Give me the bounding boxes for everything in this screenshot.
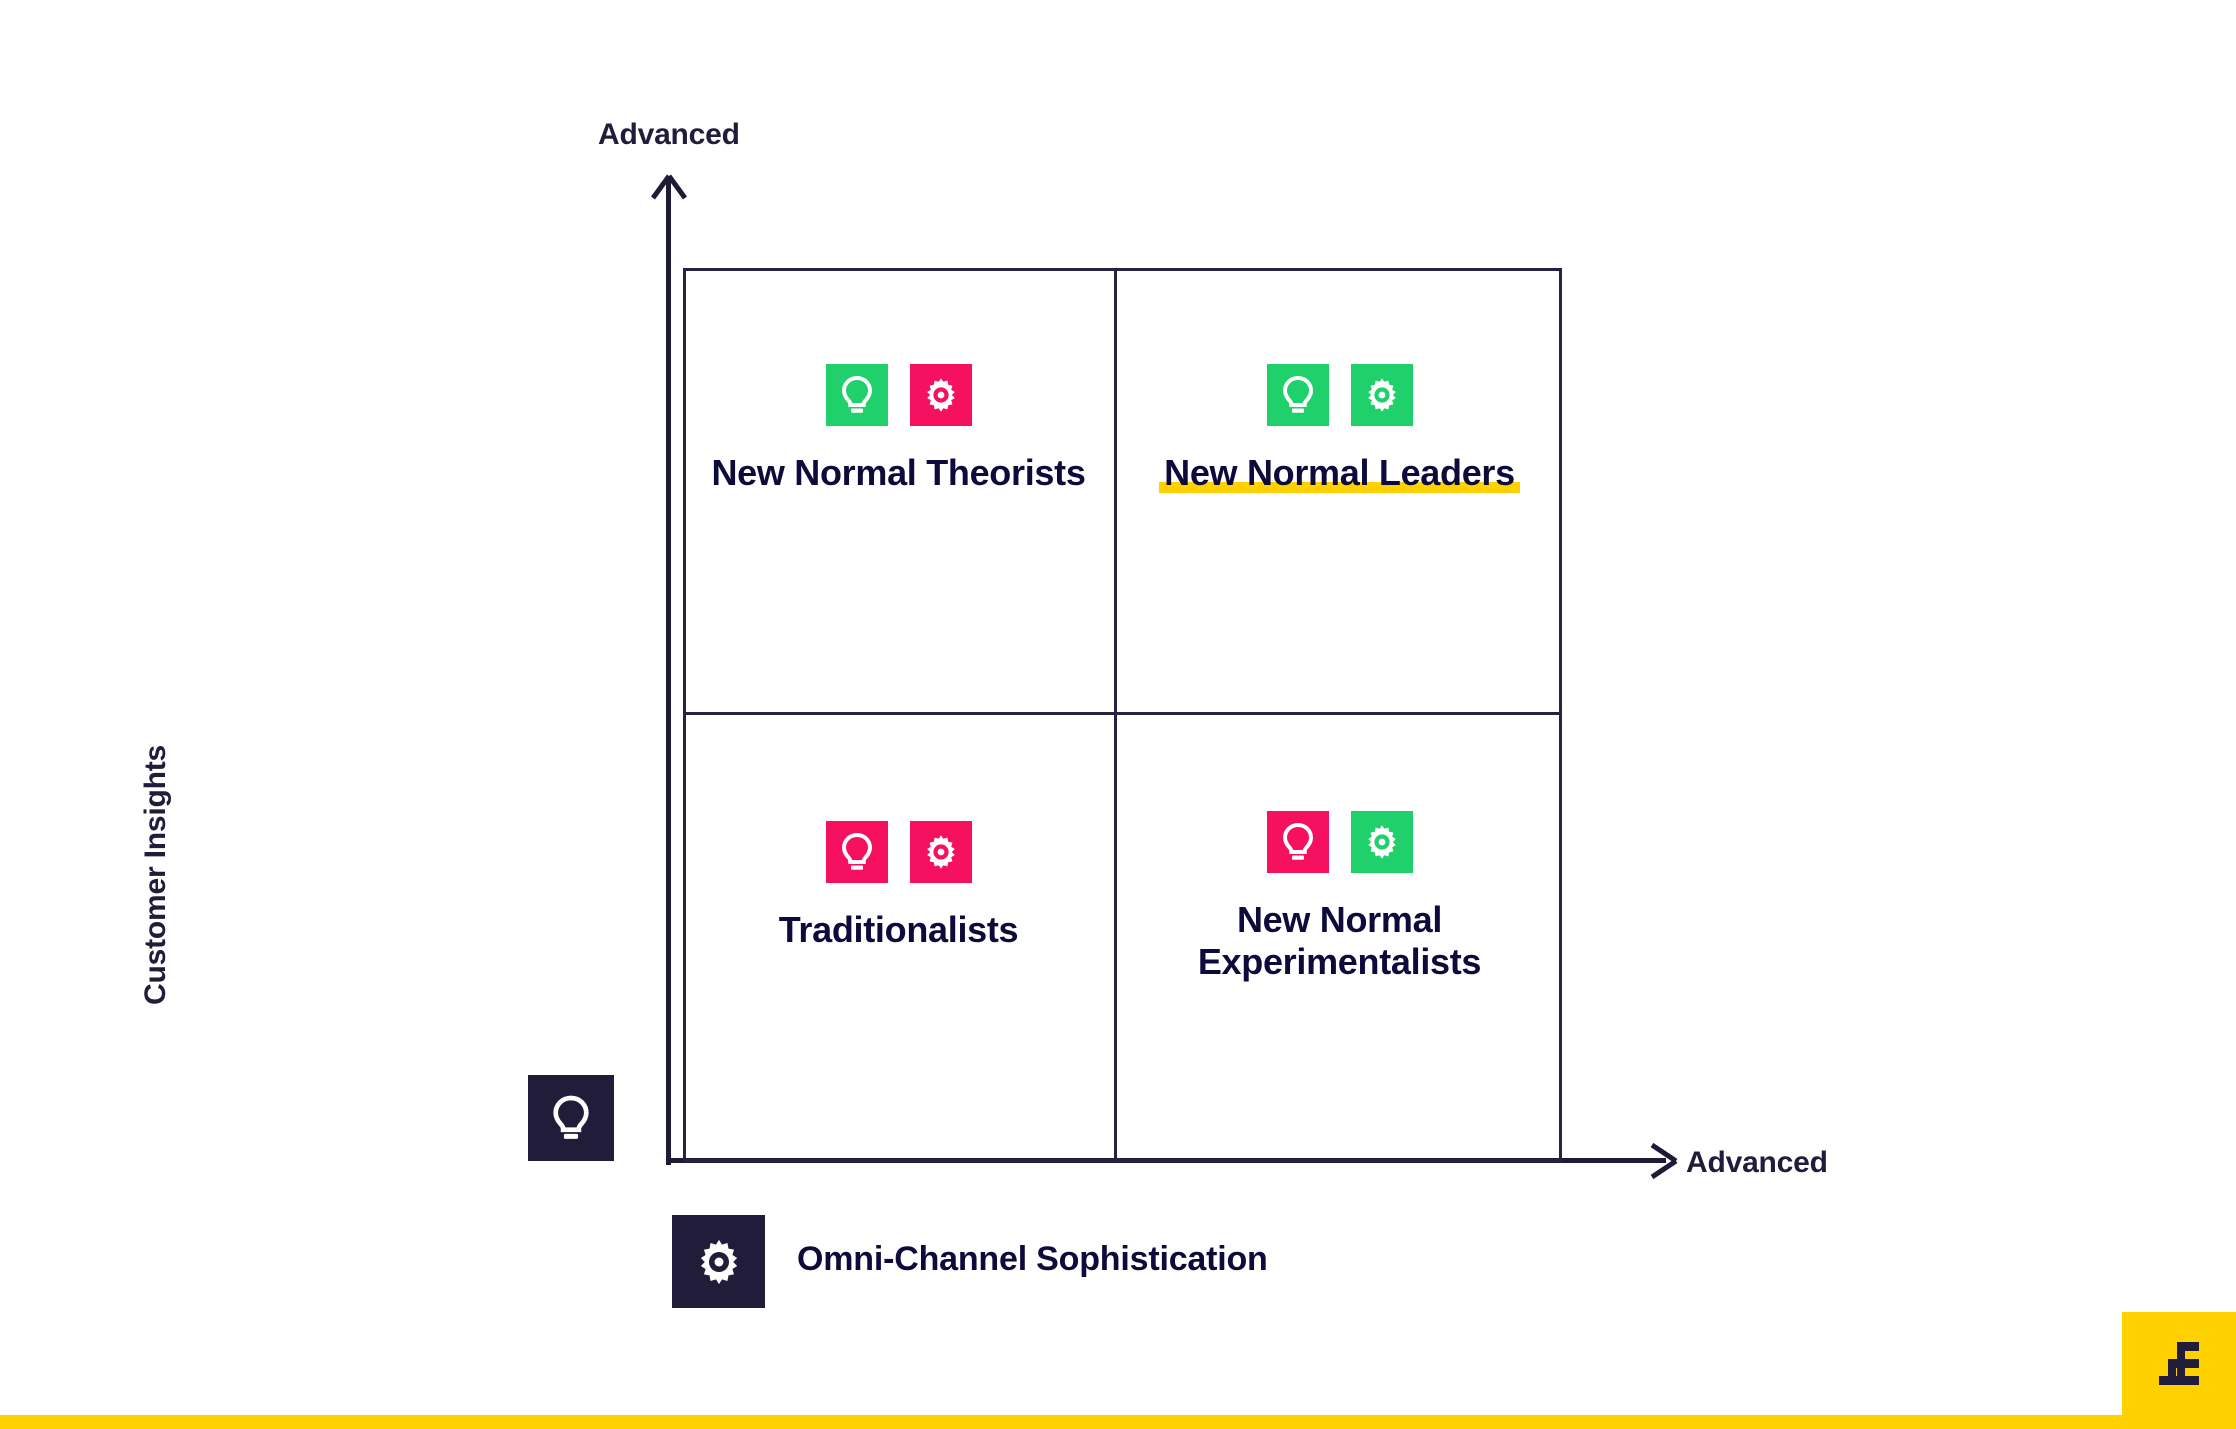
quadrant-label: Traditionalists	[779, 909, 1019, 951]
lightbulb-icon	[1266, 364, 1329, 426]
quadrant-icon-pair	[825, 821, 972, 883]
y-axis-arrowhead-icon	[649, 172, 689, 212]
quadrant-icon-pair	[1266, 364, 1413, 426]
quadrant-label-line-1: New Normal	[1236, 899, 1443, 940]
quadrant-icon-pair	[1266, 811, 1413, 873]
quadrant-label: New Normal Experimentalists	[1117, 899, 1562, 983]
lightbulb-icon	[825, 364, 888, 426]
gear-icon	[1350, 364, 1413, 426]
quadrant-bottom-right[interactable]: New Normal Experimentalists	[1117, 715, 1562, 1162]
quadrant-bottom-left[interactable]: Traditionalists	[683, 715, 1114, 1162]
legend-omni-label: Omni-Channel Sophistication	[797, 1240, 1268, 1278]
y-axis-tip-label: Advanced	[598, 118, 740, 151]
lightbulb-icon	[1266, 811, 1329, 873]
quadrant-label-line-2: Leaders	[1373, 452, 1520, 494]
quadrant-label-line-1: New Normal	[1159, 452, 1375, 494]
quadrant-label-line-2: Experimentalists	[1197, 941, 1482, 983]
quadrant-matrix-diagram: Advanced Advanced Customer Insights New …	[0, 0, 2236, 1429]
brand-logo-icon	[2155, 1338, 2207, 1395]
y-axis-line	[666, 180, 671, 1165]
y-axis-title: Customer Insights	[139, 745, 172, 1005]
quadrant-icon-pair	[825, 364, 972, 426]
legend-gear-icon	[672, 1215, 765, 1308]
quadrant-label-line-1: New Normal	[711, 452, 917, 493]
gear-icon	[909, 364, 972, 426]
quadrant-label-line-2: Theorists	[926, 452, 1086, 493]
quadrant-label: New Normal Theorists	[711, 452, 1085, 494]
quadrant-top-left[interactable]: New Normal Theorists	[683, 268, 1114, 712]
gear-icon	[909, 821, 972, 883]
lightbulb-icon	[825, 821, 888, 883]
legend-lightbulb-icon	[528, 1075, 614, 1161]
quadrant-label-line-1: Traditionalists	[778, 909, 1019, 950]
x-axis-tip-label: Advanced	[1686, 1146, 1828, 1179]
quadrant-label-highlighted: New Normal Leaders	[1159, 452, 1520, 494]
gear-icon	[1350, 811, 1413, 873]
bottom-accent-bar	[0, 1415, 2236, 1429]
x-axis-arrowhead-icon	[1640, 1142, 1680, 1180]
quadrant-top-right[interactable]: New Normal Leaders	[1117, 268, 1562, 712]
